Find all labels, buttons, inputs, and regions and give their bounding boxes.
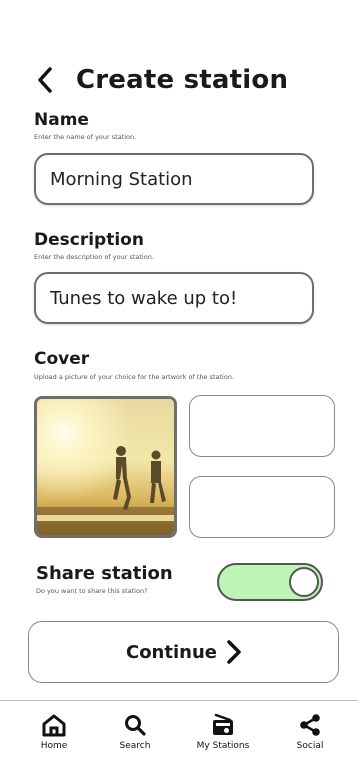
cover-hint: Upload a picture of your choice for the … <box>34 373 235 381</box>
nav-home-label: Home <box>40 741 68 751</box>
page-title: Create station <box>76 65 289 95</box>
home-icon <box>42 714 66 737</box>
back-button[interactable] <box>30 65 60 95</box>
name-hint: Enter the name of your station. <box>34 133 137 141</box>
cover-image[interactable] <box>34 396 177 538</box>
bottom-nav: Home Search My Stations Social <box>0 700 358 766</box>
header: Create station <box>30 62 330 98</box>
cover-slot-1[interactable] <box>189 395 335 457</box>
chevron-left-icon <box>38 67 52 93</box>
name-label: Name <box>34 110 89 130</box>
cover-label: Cover <box>34 349 90 369</box>
share-label: Share station <box>36 563 173 584</box>
name-input[interactable]: Morning Station <box>34 153 314 205</box>
nav-social-label: Social <box>296 741 324 751</box>
cover-slot-2[interactable] <box>189 476 335 538</box>
description-input[interactable]: Tunes to wake up to! <box>34 272 314 324</box>
description-hint: Enter the description of your station. <box>34 253 154 261</box>
sunrise-runners-image <box>37 399 174 535</box>
nav-my-stations-label: My Stations <box>196 741 250 751</box>
radio-icon <box>213 713 233 735</box>
toggle-knob <box>289 567 319 597</box>
continue-label: Continue <box>125 641 217 663</box>
nav-social[interactable]: Social <box>270 713 350 751</box>
share-icon <box>300 714 320 736</box>
nav-my-stations[interactable]: My Stations <box>183 713 263 751</box>
share-hint: Do you want to share this station? <box>36 587 148 595</box>
continue-button[interactable]: Continue <box>28 621 339 683</box>
nav-search-label: Search <box>119 741 151 751</box>
nav-home[interactable]: Home <box>14 713 94 751</box>
description-label: Description <box>34 230 144 250</box>
nav-search[interactable]: Search <box>95 713 175 751</box>
chevron-right-icon <box>227 640 241 664</box>
search-icon <box>125 715 146 736</box>
share-toggle[interactable] <box>217 563 323 601</box>
